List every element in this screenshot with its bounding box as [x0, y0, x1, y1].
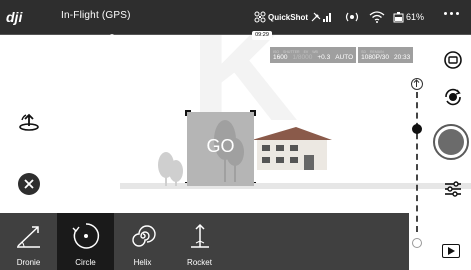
- camera-settings-sliders-icon[interactable]: [443, 179, 463, 204]
- gps-signal: [310, 9, 332, 25]
- svg-text:dji: dji: [6, 9, 23, 25]
- mode-rocket-label: Rocket: [187, 258, 212, 267]
- mode-rocket[interactable]: Rocket: [171, 213, 228, 270]
- mode-helix[interactable]: Helix: [114, 213, 171, 270]
- flight-mode-status[interactable]: In-Flight (GPS): [61, 10, 131, 21]
- gimbal-rotate-icon[interactable]: [443, 87, 463, 112]
- wb-value: AUTO: [335, 53, 354, 61]
- camera-settings-strip[interactable]: ISO SHUTTER EV WB 1600 1/8000 +0.3 AUTO …: [270, 47, 415, 63]
- remaining-time-value: 20:33: [394, 53, 411, 61]
- resolution-value: 1080P/30: [361, 53, 389, 61]
- gps-bars-icon: [322, 12, 332, 22]
- slider-knob[interactable]: [412, 124, 422, 134]
- return-home-icon[interactable]: [18, 112, 40, 137]
- wifi-signal: [368, 9, 386, 25]
- remote-signal: [344, 9, 360, 25]
- mode-circle[interactable]: Circle: [57, 213, 114, 270]
- circle-orbit-icon: [72, 223, 100, 249]
- top-status-bar: dji In-Flight (GPS) QuickShot 61%: [0, 0, 471, 34]
- close-button[interactable]: [18, 173, 40, 195]
- flight-timer: 09:29: [252, 31, 272, 40]
- battery-icon: [393, 11, 405, 23]
- slider-track[interactable]: [416, 92, 418, 232]
- quickshot-label: QuickShot: [268, 12, 309, 22]
- iso-value: 1600: [273, 53, 288, 61]
- slider-up-arrow-icon[interactable]: [411, 78, 423, 90]
- camera-switch-icon[interactable]: [443, 50, 463, 75]
- mode-dronie[interactable]: Dronie: [0, 213, 57, 270]
- shutter-button[interactable]: [433, 124, 469, 160]
- shutter-button-inner: [438, 129, 464, 155]
- battery-status: 61%: [393, 9, 424, 25]
- slider-down-arrow-icon[interactable]: [412, 238, 422, 248]
- target-selection-box[interactable]: GO: [187, 112, 254, 186]
- video-settings[interactable]: SD REMAIN 1080P/30 20:33: [358, 47, 414, 63]
- satellite-icon: [310, 11, 322, 23]
- remote-signal-icon: [344, 12, 360, 22]
- mode-helix-label: Helix: [133, 258, 152, 267]
- go-button-label[interactable]: GO: [187, 136, 254, 157]
- helix-spiral-icon: [132, 225, 156, 247]
- battery-percent: 61%: [406, 12, 425, 22]
- wifi-icon: [368, 11, 386, 23]
- distance-slider[interactable]: [411, 78, 423, 250]
- drone-icon: [254, 11, 266, 23]
- exposure-settings[interactable]: ISO SHUTTER EV WB 1600 1/8000 +0.3 AUTO: [270, 47, 357, 63]
- ev-value: +0.3: [317, 53, 331, 61]
- shutter-value: 1/8000: [292, 53, 313, 61]
- play-icon: [448, 247, 455, 255]
- dji-logo[interactable]: dji: [6, 9, 40, 25]
- playback-button[interactable]: [442, 244, 460, 258]
- mode-dronie-label: Dronie: [16, 258, 41, 267]
- close-icon: [24, 179, 34, 189]
- more-options-icon[interactable]: [444, 12, 459, 15]
- quickshot-status: QuickShot: [254, 9, 308, 25]
- dronie-icon: [17, 226, 40, 248]
- quickshot-mode-bar: Dronie Circle Helix Rocket: [0, 213, 409, 270]
- rocket-up-icon: [191, 223, 209, 248]
- mode-circle-label: Circle: [75, 258, 96, 267]
